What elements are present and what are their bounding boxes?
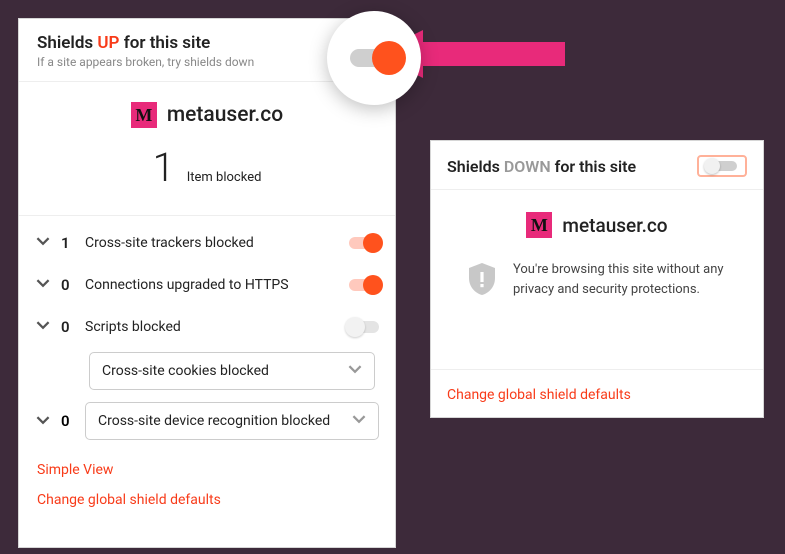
title-prefix: Shields (37, 33, 97, 53)
chevron-down-icon (348, 362, 362, 380)
shields-down-panel: Shields DOWN for this site M metauser.co… (430, 140, 764, 418)
blocked-count: 1 (153, 144, 175, 191)
chevron-down-icon (35, 318, 51, 336)
chevron-down-icon (352, 412, 366, 430)
main-toggle-highlight (327, 11, 421, 105)
row-scripts[interactable]: 0 Scripts blocked (35, 306, 379, 348)
shields-down-header: Shields DOWN for this site (431, 141, 763, 190)
shields-down-warning-text: You're browsing this site without any pr… (513, 260, 739, 299)
blocked-summary: 1 Item blocked (37, 144, 377, 191)
title-suffix: for this site (119, 33, 210, 53)
shields-up-footer: Simple View Change global shield default… (19, 448, 395, 522)
scripts-toggle[interactable] (349, 321, 379, 333)
chevron-down-icon (35, 234, 51, 252)
cookies-select-value: Cross-site cookies blocked (102, 363, 269, 379)
shields-main-toggle[interactable] (350, 49, 398, 67)
row-count: 0 (61, 412, 75, 430)
chevron-down-icon (35, 276, 51, 294)
shields-up-panel: Shields UP for this site If a site appea… (18, 18, 396, 548)
site-line: M metauser.co (131, 102, 283, 128)
row-count: 0 (61, 276, 75, 294)
shield-warning-icon (467, 262, 497, 300)
shields-up-header: Shields UP for this site If a site appea… (19, 19, 395, 82)
shields-detail-rows: 1 Cross-site trackers blocked 0 Connecti… (19, 216, 395, 448)
row-count: 0 (61, 318, 75, 336)
site-favicon: M (131, 102, 157, 128)
chevron-down-icon (35, 412, 51, 431)
global-defaults-link[interactable]: Change global shield defaults (447, 387, 631, 403)
shields-down-title: Shields DOWN for this site (447, 157, 636, 176)
row-https[interactable]: 0 Connections upgraded to HTTPS (35, 264, 379, 306)
global-defaults-link[interactable]: Change global shield defaults (37, 492, 377, 508)
row-label: Cross-site trackers blocked (85, 235, 339, 251)
site-summary-box: M metauser.co 1 Item blocked (19, 82, 395, 216)
blocked-count-label: Item blocked (187, 170, 262, 185)
shields-up-subtitle: If a site appears broken, try shields do… (37, 55, 377, 69)
https-toggle[interactable] (349, 279, 379, 291)
device-select-value: Cross-site device recognition blocked (98, 413, 330, 429)
shields-down-toggle-highlight (697, 155, 747, 177)
row-trackers[interactable]: 1 Cross-site trackers blocked (35, 222, 379, 264)
row-label: Connections upgraded to HTTPS (85, 277, 339, 293)
shields-down-toggle[interactable] (707, 161, 737, 171)
shields-up-title: Shields UP for this site (37, 33, 377, 53)
down-site-box: M metauser.co (431, 190, 763, 244)
title-accent: DOWN (504, 157, 551, 176)
row-label: Scripts blocked (85, 319, 339, 335)
shields-down-warning: You're browsing this site without any pr… (431, 244, 763, 310)
site-line: M metauser.co (526, 212, 667, 238)
site-favicon: M (526, 212, 552, 238)
site-hostname: metauser.co (167, 103, 283, 127)
title-prefix: Shields (447, 157, 504, 176)
title-accent: UP (97, 33, 119, 53)
site-hostname: metauser.co (562, 214, 667, 237)
row-count: 1 (61, 234, 75, 252)
trackers-toggle[interactable] (349, 237, 379, 249)
device-recognition-select[interactable]: Cross-site device recognition blocked (85, 402, 379, 440)
title-suffix: for this site (551, 157, 636, 176)
simple-view-link[interactable]: Simple View (37, 462, 377, 478)
shields-down-footer: Change global shield defaults (431, 369, 763, 417)
shields-main-toggle-knob (372, 41, 406, 75)
row-device-recognition: 0 Cross-site device recognition blocked (35, 398, 379, 448)
cookies-select[interactable]: Cross-site cookies blocked (89, 352, 375, 390)
